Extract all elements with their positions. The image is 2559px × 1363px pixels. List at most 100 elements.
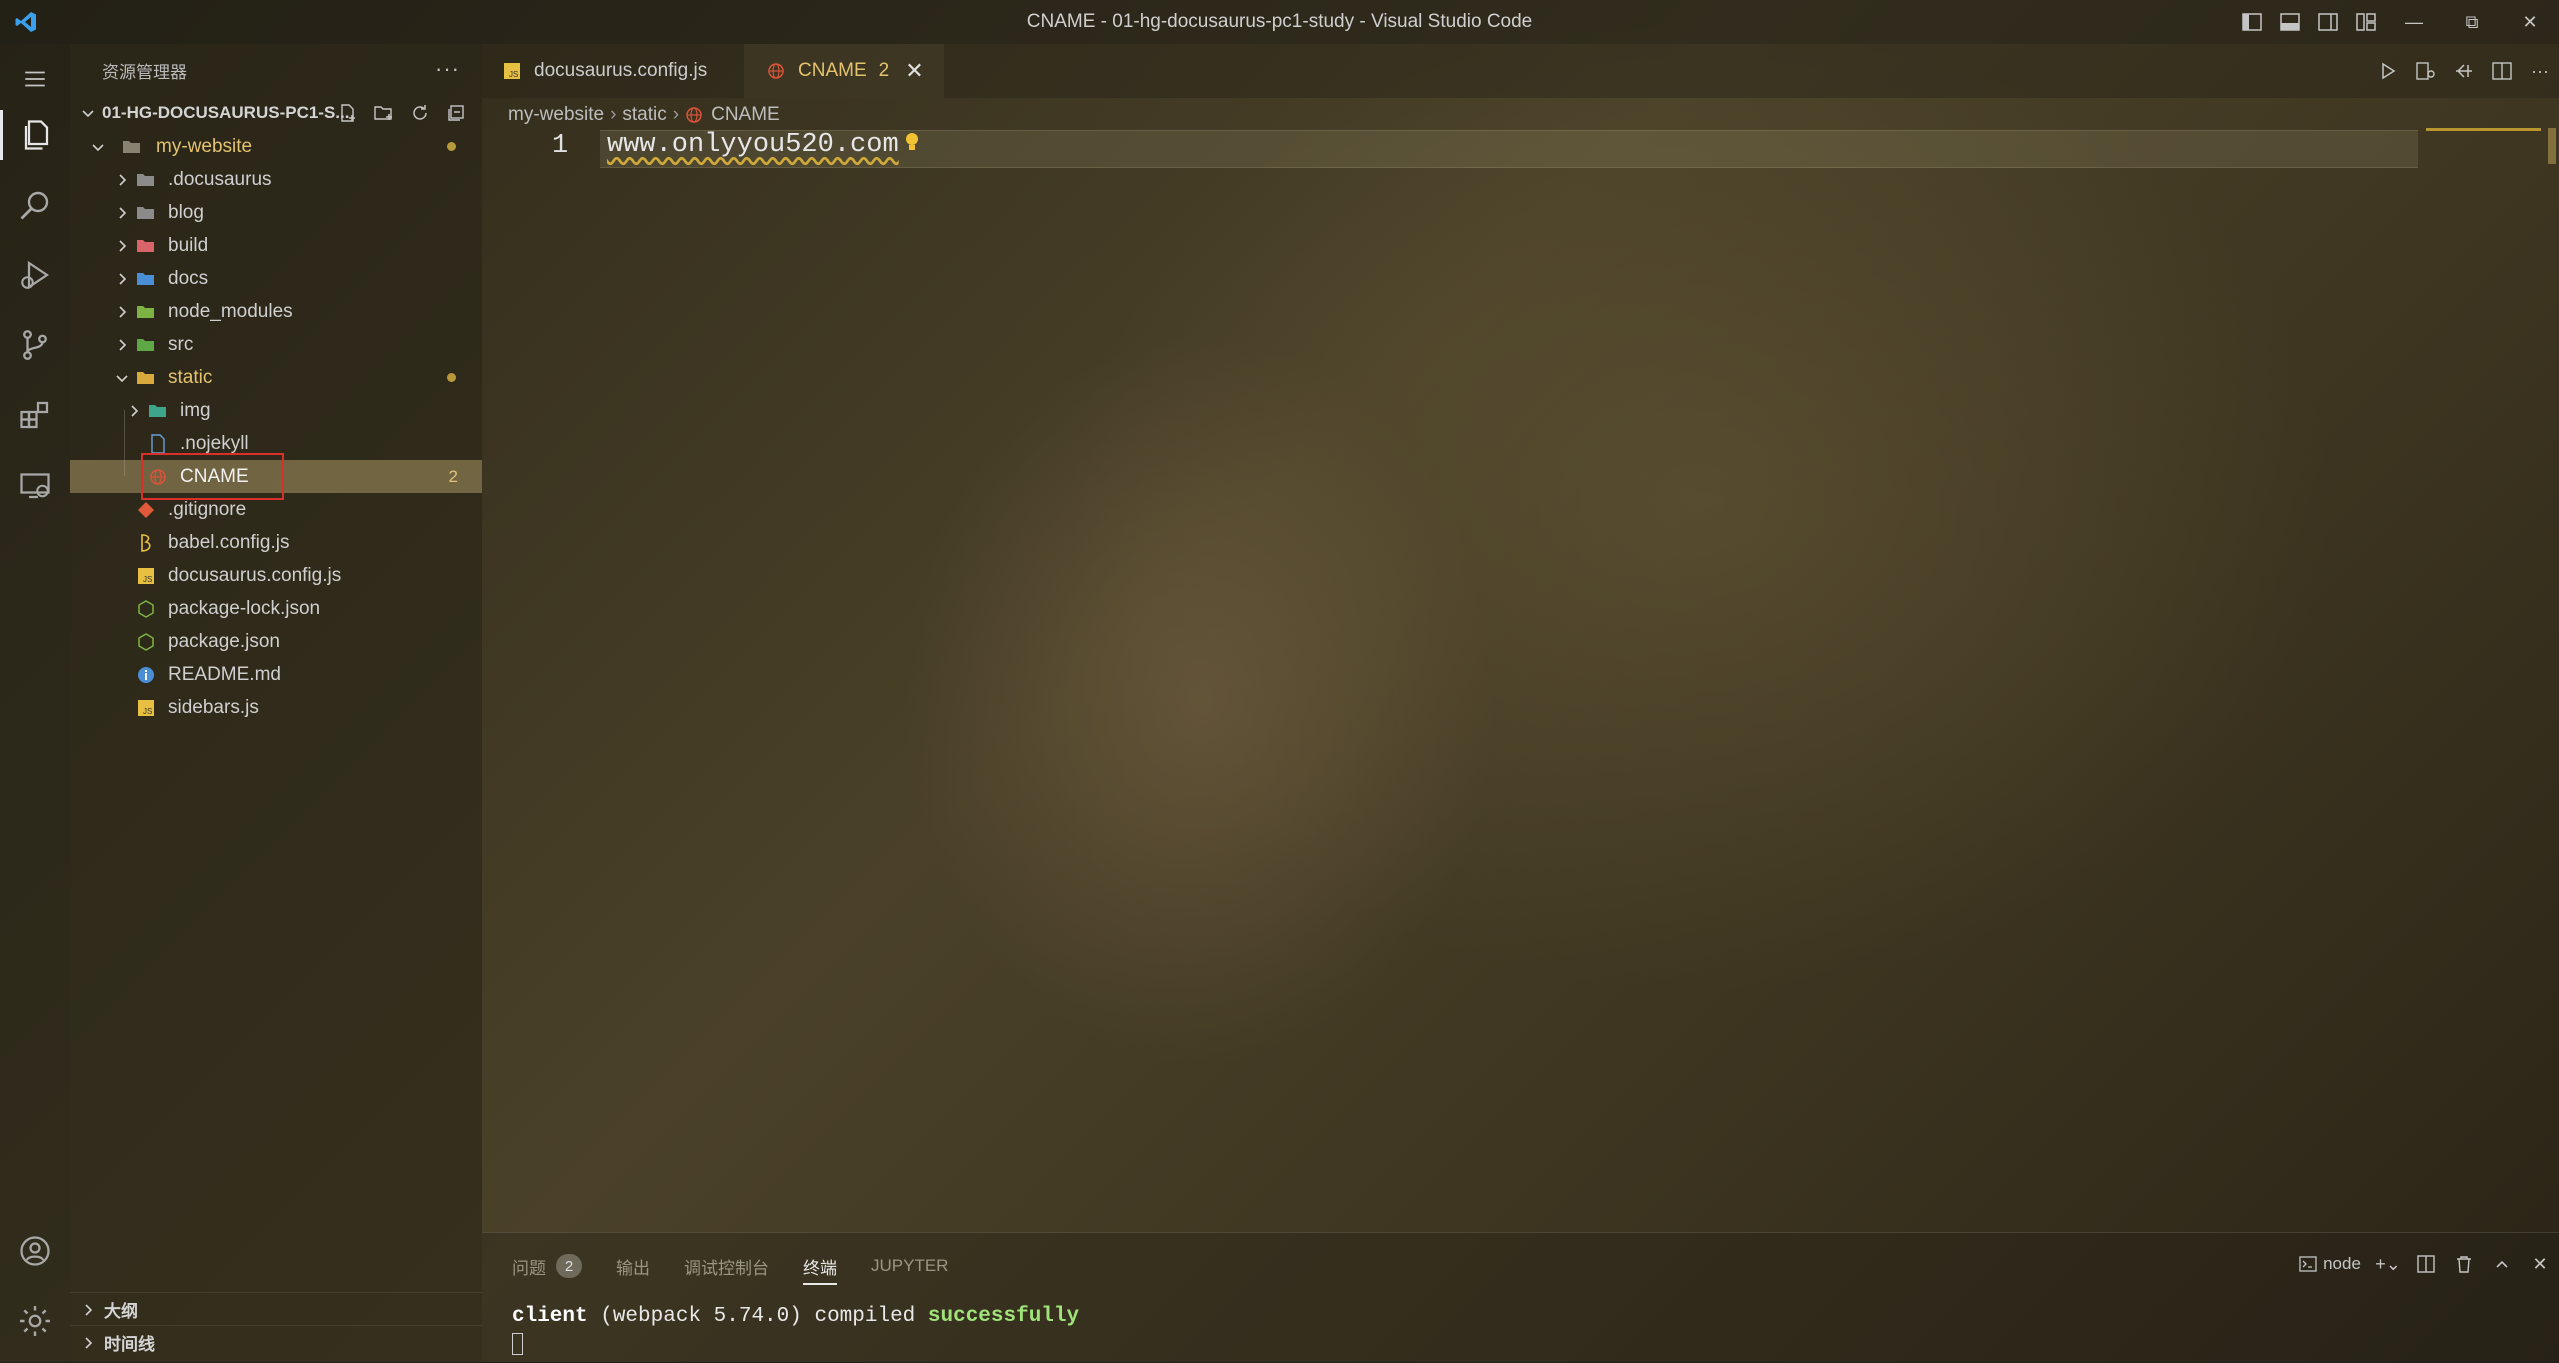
run-icon[interactable] [2369, 44, 2407, 98]
new-terminal-icon[interactable]: +⌄ [2369, 1249, 2407, 1279]
tree-folder-docs[interactable]: docs [70, 262, 482, 295]
run-debug-icon[interactable] [0, 240, 70, 310]
project-name: 01-HG-DOCUSAURUS-PC1-S... [102, 103, 350, 122]
tree-folder-node-modules[interactable]: node_modules [70, 295, 482, 328]
breadcrumb-item[interactable]: my-website [508, 104, 604, 126]
toggle-panel-icon[interactable] [2271, 0, 2309, 44]
src-folder-icon [136, 335, 156, 355]
scrollbar-marker[interactable] [2548, 128, 2556, 164]
open-preview-icon[interactable] [2407, 44, 2445, 98]
tree-label: docs [168, 267, 209, 289]
code-line[interactable]: www.onlyyou520.com [607, 130, 899, 160]
close-window-icon[interactable]: ✕ [2501, 0, 2559, 44]
explorer-icon[interactable] [0, 100, 70, 170]
annotation-highlight-box [141, 453, 284, 500]
nodejs-icon [136, 632, 156, 652]
tree-label: package-lock.json [168, 597, 321, 619]
search-icon[interactable] [0, 170, 70, 240]
chevron-down-icon [92, 143, 104, 151]
tree-label: blog [168, 201, 204, 223]
tree-folder-docusaurus[interactable]: .docusaurus [70, 163, 482, 196]
javascript-file-icon: JS [502, 61, 522, 81]
image-folder-icon [148, 401, 168, 421]
restore-icon[interactable]: ⧉ [2443, 0, 2501, 44]
new-file-icon[interactable] [330, 100, 366, 126]
extensions-icon[interactable] [0, 380, 70, 450]
more-actions-icon[interactable]: ··· [2521, 44, 2559, 98]
split-terminal-icon[interactable] [2407, 1249, 2445, 1279]
outline-section[interactable]: 大纲 [70, 1292, 482, 1326]
tree-folder-build[interactable]: build [70, 229, 482, 262]
customize-layout-icon[interactable] [2347, 0, 2385, 44]
javascript-file-icon: JS [136, 698, 156, 718]
tab-problems[interactable]: 问题 2 [512, 1254, 582, 1279]
folder-open-icon [122, 137, 142, 157]
explorer-sidebar: 资源管理器 ··· 01-HG-DOCUSAURUS-PC1-S... my-w… [70, 44, 482, 1362]
explorer-header: 资源管理器 ··· [70, 44, 482, 96]
tree-file-package-lock[interactable]: package-lock.json [70, 592, 482, 625]
globe-icon [766, 61, 786, 81]
source-control-icon[interactable] [0, 310, 70, 380]
docs-folder-icon [136, 269, 156, 289]
timeline-section[interactable]: 时间线 [70, 1325, 482, 1359]
tree-file-docusaurus-config[interactable]: JS docusaurus.config.js [70, 559, 482, 592]
chevron-right-icon [119, 173, 127, 186]
tab-cname[interactable]: CNAME 2 ✕ [744, 44, 944, 98]
account-icon[interactable] [0, 1216, 70, 1286]
tab-jupyter[interactable]: JUPYTER [871, 1256, 948, 1276]
outline-label: 大纲 [104, 1302, 138, 1321]
project-root-row[interactable]: 01-HG-DOCUSAURUS-PC1-S... [70, 96, 482, 130]
node-modules-folder-icon [136, 302, 156, 322]
tree-file-sidebars[interactable]: JS sidebars.js [70, 691, 482, 724]
close-panel-icon[interactable]: ✕ [2521, 1249, 2559, 1279]
breadcrumb-item[interactable]: static [622, 104, 666, 126]
editor-tab-bar: JS docusaurus.config.js CNAME 2 ✕ [482, 44, 2559, 98]
indent-guide [124, 410, 125, 476]
tree-folder-src[interactable]: src [70, 328, 482, 361]
close-tab-icon[interactable]: ✕ [905, 58, 923, 84]
tab-docusaurus-config[interactable]: JS docusaurus.config.js [482, 44, 744, 98]
tree-file-readme[interactable]: README.md [70, 658, 482, 691]
toggle-secondary-sidebar-icon[interactable] [2309, 0, 2347, 44]
problems-count-badge: 2 [556, 1254, 582, 1278]
trash-icon[interactable] [2445, 1249, 2483, 1279]
tree-folder-img[interactable]: img [70, 394, 482, 427]
new-folder-icon[interactable] [366, 100, 402, 126]
chevron-right-icon: › [672, 104, 680, 125]
lightbulb-icon[interactable] [904, 132, 920, 154]
git-compare-icon[interactable] [2445, 44, 2483, 98]
minimize-icon[interactable]: — [2385, 0, 2443, 44]
tab-problem-badge: 2 [878, 60, 890, 81]
refresh-icon[interactable] [402, 100, 438, 126]
file-icon [148, 433, 168, 454]
minimap-marker [2426, 128, 2541, 131]
more-actions-icon[interactable]: ··· [435, 56, 460, 82]
chevron-right-icon [119, 272, 127, 285]
split-editor-icon[interactable] [2483, 44, 2521, 98]
breadcrumb-item[interactable]: CNAME [711, 104, 780, 126]
title-bar: CNAME - 01-hg-docusaurus-pc1-study - Vis… [0, 0, 2559, 44]
bottom-panel: 问题 2 输出 调试控制台 终端 JUPYTER node +⌄ ✕ clien… [482, 1232, 2559, 1363]
tree-file-package-json[interactable]: package.json [70, 625, 482, 658]
terminal-selector[interactable]: node [2291, 1249, 2369, 1279]
tree-label: .nojekyll [180, 432, 249, 454]
tree-label: package.json [168, 630, 280, 652]
tab-label: CNAME [798, 60, 867, 81]
maximize-panel-icon[interactable] [2483, 1249, 2521, 1279]
settings-gear-icon[interactable] [0, 1286, 70, 1356]
tree-folder-blog[interactable]: blog [70, 196, 482, 229]
tree-folder-static[interactable]: static [70, 361, 482, 394]
remote-explorer-icon[interactable] [0, 450, 70, 520]
toggle-primary-sidebar-icon[interactable] [2233, 0, 2271, 44]
tab-terminal[interactable]: 终端 [803, 1254, 837, 1285]
collapse-all-icon[interactable] [438, 100, 474, 126]
tree-label: build [168, 234, 209, 256]
tab-output[interactable]: 输出 [616, 1254, 650, 1279]
tab-debug-console[interactable]: 调试控制台 [684, 1254, 769, 1279]
nodejs-icon [136, 599, 156, 619]
tree-label: .gitignore [168, 498, 247, 520]
tree-file-babel-config[interactable]: babel.config.js [70, 526, 482, 559]
tree-folder-my-website[interactable]: my-website [70, 130, 482, 163]
babel-icon [136, 533, 156, 553]
line-number: 1 [552, 131, 569, 161]
